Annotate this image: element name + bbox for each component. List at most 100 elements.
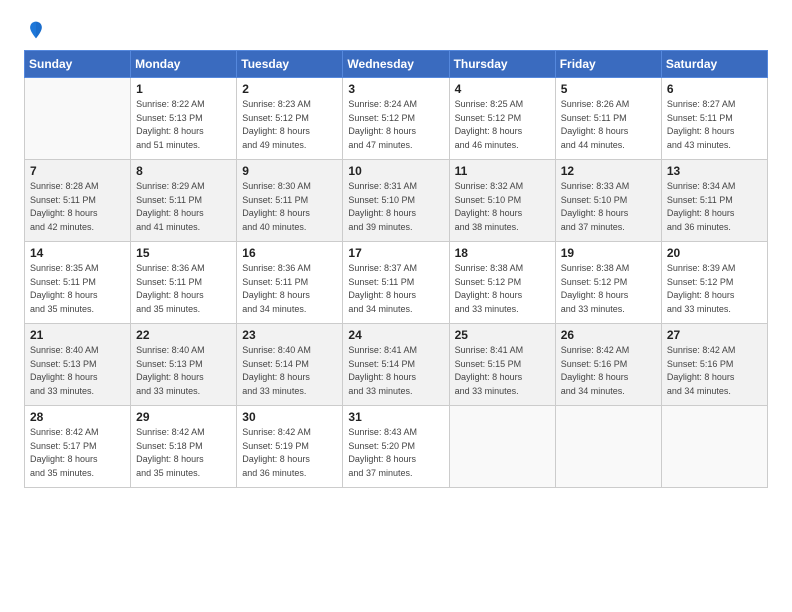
weekday-header-row: SundayMondayTuesdayWednesdayThursdayFrid…: [25, 51, 768, 78]
day-info: Sunrise: 8:40 AM Sunset: 5:13 PM Dayligh…: [30, 344, 125, 398]
day-info: Sunrise: 8:32 AM Sunset: 5:10 PM Dayligh…: [455, 180, 550, 234]
day-cell: 1 Sunrise: 8:22 AM Sunset: 5:13 PM Daylig…: [131, 78, 237, 160]
day-info: Sunrise: 8:25 AM Sunset: 5:12 PM Dayligh…: [455, 98, 550, 152]
day-number: 23: [242, 328, 337, 342]
day-info: Sunrise: 8:36 AM Sunset: 5:11 PM Dayligh…: [242, 262, 337, 316]
day-cell: 27 Sunrise: 8:42 AM Sunset: 5:16 PM Dayli…: [661, 324, 767, 406]
day-info: Sunrise: 8:40 AM Sunset: 5:13 PM Dayligh…: [136, 344, 231, 398]
day-info: Sunrise: 8:29 AM Sunset: 5:11 PM Dayligh…: [136, 180, 231, 234]
day-cell: 20Sunrise: 8:39 AM Sunset: 5:12 PM Dayli…: [661, 242, 767, 324]
day-info: Sunrise: 8:34 AM Sunset: 5:11 PM Dayligh…: [667, 180, 762, 234]
day-info: Sunrise: 8:42 AM Sunset: 5:19 PM Dayligh…: [242, 426, 337, 480]
day-cell: 28 Sunrise: 8:42 AM Sunset: 5:17 PM Dayli…: [25, 406, 131, 488]
calendar: SundayMondayTuesdayWednesdayThursdayFrid…: [24, 50, 768, 488]
day-number: 18: [455, 246, 550, 260]
day-number: 20: [667, 246, 762, 260]
weekday-sunday: Sunday: [25, 51, 131, 78]
week-row-3: 14Sunrise: 8:35 AM Sunset: 5:11 PM Dayli…: [25, 242, 768, 324]
day-number: 31: [348, 410, 443, 424]
weekday-tuesday: Tuesday: [237, 51, 343, 78]
day-cell: 23 Sunrise: 8:40 AM Sunset: 5:14 PM Dayli…: [237, 324, 343, 406]
day-cell: 26 Sunrise: 8:42 AM Sunset: 5:16 PM Dayli…: [555, 324, 661, 406]
day-cell: 22 Sunrise: 8:40 AM Sunset: 5:13 PM Dayli…: [131, 324, 237, 406]
day-cell: 5 Sunrise: 8:26 AM Sunset: 5:11 PM Daylig…: [555, 78, 661, 160]
day-number: 17: [348, 246, 443, 260]
day-info: Sunrise: 8:42 AM Sunset: 5:18 PM Dayligh…: [136, 426, 231, 480]
day-info: Sunrise: 8:24 AM Sunset: 5:12 PM Dayligh…: [348, 98, 443, 152]
weekday-wednesday: Wednesday: [343, 51, 449, 78]
day-info: Sunrise: 8:27 AM Sunset: 5:11 PM Dayligh…: [667, 98, 762, 152]
day-number: 26: [561, 328, 656, 342]
day-info: Sunrise: 8:37 AM Sunset: 5:11 PM Dayligh…: [348, 262, 443, 316]
day-number: 5: [561, 82, 656, 96]
day-cell: [25, 78, 131, 160]
day-number: 21: [30, 328, 125, 342]
day-number: 9: [242, 164, 337, 178]
day-cell: 30Sunrise: 8:42 AM Sunset: 5:19 PM Dayli…: [237, 406, 343, 488]
day-cell: 13 Sunrise: 8:34 AM Sunset: 5:11 PM Dayli…: [661, 160, 767, 242]
day-info: Sunrise: 8:40 AM Sunset: 5:14 PM Dayligh…: [242, 344, 337, 398]
day-number: 8: [136, 164, 231, 178]
day-cell: [449, 406, 555, 488]
day-number: 16: [242, 246, 337, 260]
day-number: 13: [667, 164, 762, 178]
day-number: 19: [561, 246, 656, 260]
day-number: 25: [455, 328, 550, 342]
day-number: 2: [242, 82, 337, 96]
day-info: Sunrise: 8:22 AM Sunset: 5:13 PM Dayligh…: [136, 98, 231, 152]
week-row-1: 1 Sunrise: 8:22 AM Sunset: 5:13 PM Daylig…: [25, 78, 768, 160]
day-info: Sunrise: 8:31 AM Sunset: 5:10 PM Dayligh…: [348, 180, 443, 234]
day-number: 6: [667, 82, 762, 96]
week-row-2: 7 Sunrise: 8:28 AM Sunset: 5:11 PM Daylig…: [25, 160, 768, 242]
day-number: 3: [348, 82, 443, 96]
day-cell: 15 Sunrise: 8:36 AM Sunset: 5:11 PM Dayli…: [131, 242, 237, 324]
day-cell: 11 Sunrise: 8:32 AM Sunset: 5:10 PM Dayli…: [449, 160, 555, 242]
day-cell: 8 Sunrise: 8:29 AM Sunset: 5:11 PM Daylig…: [131, 160, 237, 242]
day-cell: 12Sunrise: 8:33 AM Sunset: 5:10 PM Dayli…: [555, 160, 661, 242]
day-info: Sunrise: 8:41 AM Sunset: 5:14 PM Dayligh…: [348, 344, 443, 398]
day-number: 14: [30, 246, 125, 260]
day-info: Sunrise: 8:23 AM Sunset: 5:12 PM Dayligh…: [242, 98, 337, 152]
day-number: 10: [348, 164, 443, 178]
day-cell: 6 Sunrise: 8:27 AM Sunset: 5:11 PM Daylig…: [661, 78, 767, 160]
day-number: 12: [561, 164, 656, 178]
day-cell: 25 Sunrise: 8:41 AM Sunset: 5:15 PM Dayli…: [449, 324, 555, 406]
day-cell: 21 Sunrise: 8:40 AM Sunset: 5:13 PM Dayli…: [25, 324, 131, 406]
week-row-4: 21 Sunrise: 8:40 AM Sunset: 5:13 PM Dayli…: [25, 324, 768, 406]
day-info: Sunrise: 8:28 AM Sunset: 5:11 PM Dayligh…: [30, 180, 125, 234]
page: SundayMondayTuesdayWednesdayThursdayFrid…: [0, 0, 792, 612]
week-row-5: 28 Sunrise: 8:42 AM Sunset: 5:17 PM Dayli…: [25, 406, 768, 488]
day-number: 15: [136, 246, 231, 260]
day-cell: 29 Sunrise: 8:42 AM Sunset: 5:18 PM Dayli…: [131, 406, 237, 488]
day-cell: 4Sunrise: 8:25 AM Sunset: 5:12 PM Daylig…: [449, 78, 555, 160]
day-number: 11: [455, 164, 550, 178]
day-info: Sunrise: 8:36 AM Sunset: 5:11 PM Dayligh…: [136, 262, 231, 316]
day-number: 7: [30, 164, 125, 178]
day-info: Sunrise: 8:30 AM Sunset: 5:11 PM Dayligh…: [242, 180, 337, 234]
day-info: Sunrise: 8:42 AM Sunset: 5:16 PM Dayligh…: [561, 344, 656, 398]
day-cell: 10 Sunrise: 8:31 AM Sunset: 5:10 PM Dayli…: [343, 160, 449, 242]
day-info: Sunrise: 8:38 AM Sunset: 5:12 PM Dayligh…: [561, 262, 656, 316]
day-cell: 19 Sunrise: 8:38 AM Sunset: 5:12 PM Dayli…: [555, 242, 661, 324]
day-number: 1: [136, 82, 231, 96]
day-info: Sunrise: 8:42 AM Sunset: 5:16 PM Dayligh…: [667, 344, 762, 398]
day-number: 29: [136, 410, 231, 424]
day-number: 28: [30, 410, 125, 424]
day-number: 27: [667, 328, 762, 342]
day-cell: [661, 406, 767, 488]
day-cell: 9 Sunrise: 8:30 AM Sunset: 5:11 PM Daylig…: [237, 160, 343, 242]
day-info: Sunrise: 8:43 AM Sunset: 5:20 PM Dayligh…: [348, 426, 443, 480]
day-info: Sunrise: 8:41 AM Sunset: 5:15 PM Dayligh…: [455, 344, 550, 398]
weekday-friday: Friday: [555, 51, 661, 78]
day-cell: [555, 406, 661, 488]
day-info: Sunrise: 8:42 AM Sunset: 5:17 PM Dayligh…: [30, 426, 125, 480]
day-cell: 24Sunrise: 8:41 AM Sunset: 5:14 PM Dayli…: [343, 324, 449, 406]
day-cell: 17 Sunrise: 8:37 AM Sunset: 5:11 PM Dayli…: [343, 242, 449, 324]
day-cell: 18 Sunrise: 8:38 AM Sunset: 5:12 PM Dayli…: [449, 242, 555, 324]
day-cell: 7 Sunrise: 8:28 AM Sunset: 5:11 PM Daylig…: [25, 160, 131, 242]
day-number: 22: [136, 328, 231, 342]
day-info: Sunrise: 8:26 AM Sunset: 5:11 PM Dayligh…: [561, 98, 656, 152]
logo: [24, 20, 46, 40]
day-info: Sunrise: 8:38 AM Sunset: 5:12 PM Dayligh…: [455, 262, 550, 316]
weekday-saturday: Saturday: [661, 51, 767, 78]
